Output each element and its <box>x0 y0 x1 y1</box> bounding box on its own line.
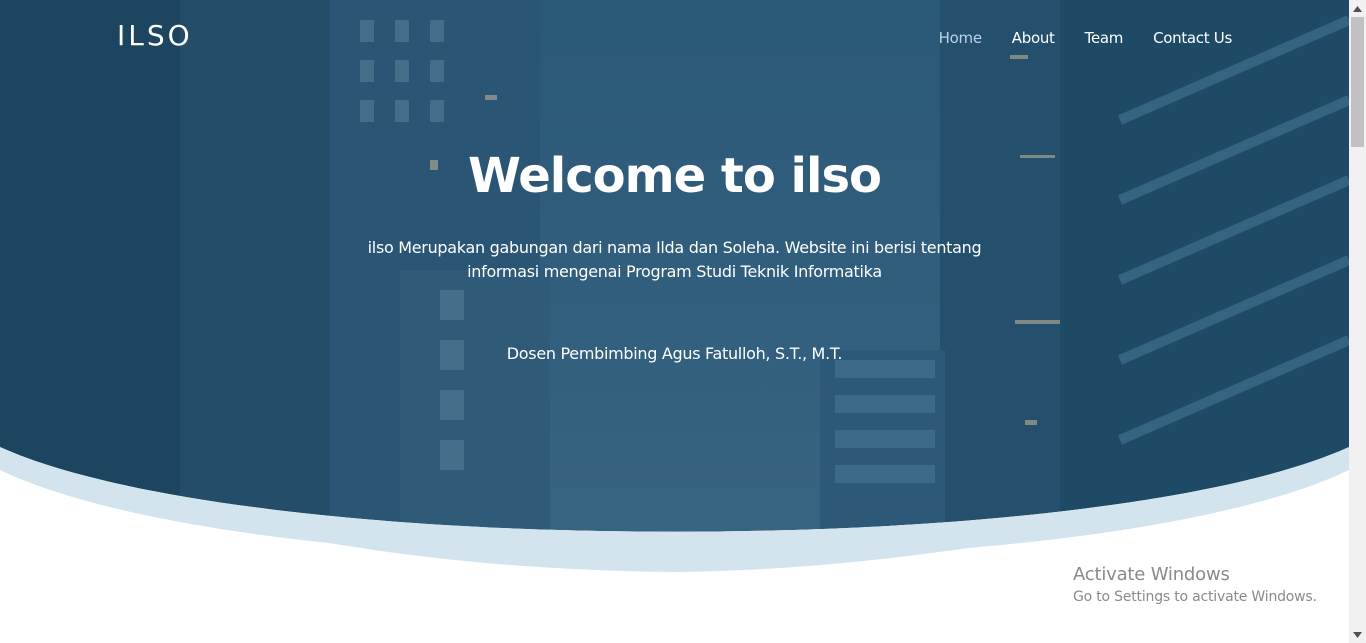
hero-section: ILSO Home About Team Contact Us Welcome … <box>0 0 1349 643</box>
nav-item-team[interactable]: Team <box>1070 26 1138 50</box>
hero-background-image <box>0 0 1349 572</box>
hero-advisor: Dosen Pembimbing Agus Fatulloh, S.T., M.… <box>506 344 843 363</box>
scroll-down-arrow-icon[interactable] <box>1349 626 1366 643</box>
scroll-up-arrow-icon[interactable] <box>1349 0 1366 17</box>
nav-item-home[interactable]: Home <box>924 26 997 50</box>
nav-item-contact-us[interactable]: Contact Us <box>1138 26 1232 50</box>
watermark-title: Activate Windows <box>1073 564 1230 585</box>
nav-menu: Home About Team Contact Us <box>924 26 1233 50</box>
hero-title: Welcome to ilso <box>467 148 882 204</box>
watermark-subtitle: Go to Settings to activate Windows. <box>1073 589 1317 605</box>
navbar: ILSO Home About Team Contact Us <box>0 0 1349 74</box>
brand-logo[interactable]: ILSO <box>117 19 193 53</box>
hero-description: ilso Merupakan gabungan dari nama Ilda d… <box>367 238 982 281</box>
scrollbar-thumb[interactable] <box>1351 17 1364 147</box>
windows-activation-watermark: Activate Windows Go to Settings to activ… <box>1073 564 1317 607</box>
vertical-scrollbar[interactable] <box>1349 0 1366 643</box>
nav-item-about[interactable]: About <box>997 26 1070 50</box>
